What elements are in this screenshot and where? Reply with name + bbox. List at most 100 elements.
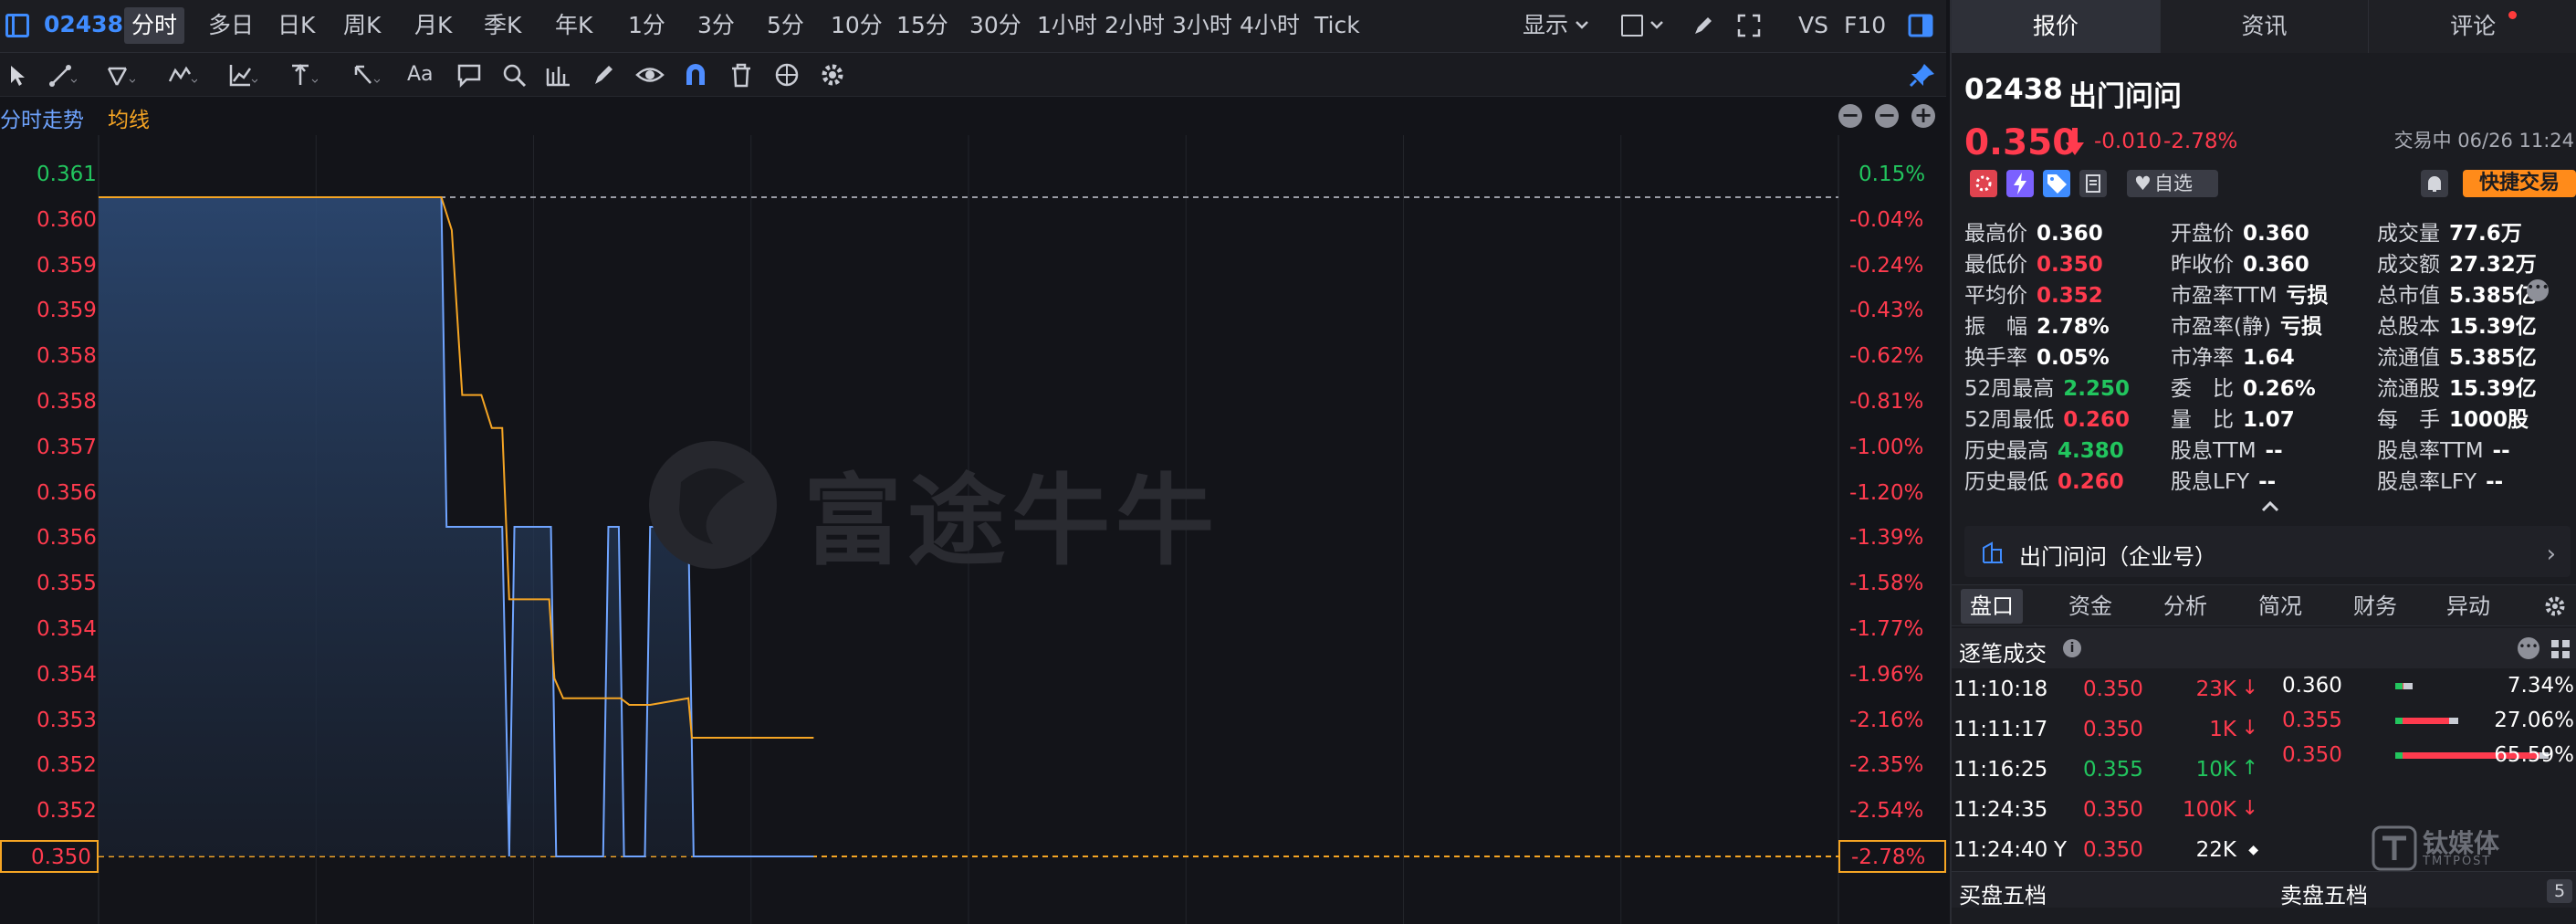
stat-item: 振 幅 2.78%: [1964, 309, 2110, 340]
dist-pct: 27.06%: [2494, 709, 2574, 732]
zoom-in-icon[interactable]: +: [1911, 104, 1935, 128]
percent-tick: -1.77%: [1849, 617, 1924, 641]
timeframe-tab[interactable]: 1小时: [1030, 7, 1105, 44]
avg-line-legend[interactable]: 均线: [108, 102, 150, 133]
measure-tool-icon[interactable]: [288, 61, 318, 89]
fullscreen-icon[interactable]: [1736, 13, 1762, 38]
stat-label: 平均价: [1964, 284, 2027, 308]
stat-item: 总股本 15.39亿: [2377, 309, 2537, 340]
stat-label: 股息LFY: [2171, 470, 2250, 494]
info-icon[interactable]: i: [2063, 639, 2081, 657]
tab-financials[interactable]: 财务: [2344, 589, 2406, 624]
channel-tool-icon[interactable]: [106, 61, 135, 89]
timeframe-tab[interactable]: 3分: [690, 7, 742, 44]
watermark-text: 富途牛牛: [803, 465, 1220, 579]
timeframe-tab[interactable]: 10分: [823, 7, 890, 44]
brush-icon[interactable]: [590, 61, 619, 89]
tab-capital[interactable]: 资金: [2059, 589, 2121, 624]
comment-tool-icon[interactable]: [455, 61, 484, 89]
timeframe-tab[interactable]: 分时: [124, 7, 185, 44]
tick-row: 11:24:40 Y 0.350 22K ◆: [1952, 831, 2262, 871]
indicator-tool-icon[interactable]: [544, 61, 573, 89]
tab-quote[interactable]: 报价: [1952, 0, 2161, 53]
corporate-account-row[interactable]: 出门问问（企业号） ›: [1964, 526, 2571, 577]
fib-tool-icon[interactable]: [228, 61, 257, 89]
chevron-down-icon[interactable]: [1574, 16, 1590, 33]
layout-toggle-icon[interactable]: [5, 14, 29, 37]
tick-price: 0.350: [2083, 798, 2143, 822]
chevron-down-icon[interactable]: [1649, 16, 1665, 33]
magnet-icon[interactable]: [681, 61, 710, 89]
stat-item: 每 手 1000股: [2377, 402, 2529, 433]
lightning-icon[interactable]: [2006, 170, 2034, 197]
tab-orderbook[interactable]: 盘口: [1961, 589, 2023, 624]
timeframe-tab[interactable]: 5分: [759, 7, 812, 44]
panel-toggle-icon[interactable]: [1908, 13, 1933, 38]
tab-analysis[interactable]: 分析: [2154, 589, 2216, 624]
timeframe-tab[interactable]: 15分: [889, 7, 956, 44]
document-icon[interactable]: [2079, 170, 2107, 197]
vs-button[interactable]: VS: [1798, 7, 1828, 44]
eye-icon[interactable]: [635, 61, 665, 89]
line-tool-icon[interactable]: [47, 61, 77, 89]
stat-item: 昨收价 0.360: [2171, 247, 2309, 278]
cursor-icon[interactable]: [4, 61, 33, 89]
f10-button[interactable]: F10: [1844, 7, 1886, 44]
more-icon[interactable]: •••: [2527, 279, 2550, 301]
timeframe-tab[interactable]: 1分: [621, 7, 673, 44]
timeframe-tab[interactable]: 3小时: [1165, 7, 1240, 44]
chevron-up-icon[interactable]: [2260, 500, 2280, 513]
pin-icon[interactable]: [1908, 61, 1937, 89]
tick-time: 11:24:35: [1953, 798, 2048, 822]
timeframe-tab[interactable]: 周K: [336, 7, 388, 44]
collapse-icon[interactable]: −: [1838, 104, 1862, 128]
more-icon[interactable]: •••: [2518, 637, 2539, 659]
wave-tool-icon[interactable]: [168, 61, 197, 89]
tick-volume: 23K: [2195, 677, 2236, 701]
text-tool-icon[interactable]: Aa: [407, 61, 436, 89]
checkbox-icon[interactable]: [1621, 15, 1643, 37]
sync-icon[interactable]: [772, 61, 801, 89]
stat-item: 历史最低 0.260: [1964, 464, 2124, 495]
timeframe-tab[interactable]: 4小时: [1232, 7, 1307, 44]
timeframe-tab[interactable]: 月K: [407, 7, 459, 44]
timeframe-tab[interactable]: Tick: [1307, 7, 1367, 44]
timeframe-tab[interactable]: 季K: [476, 7, 529, 44]
timeframe-tab[interactable]: 30分: [962, 7, 1029, 44]
bell-icon[interactable]: [2421, 170, 2448, 197]
gear-icon[interactable]: [818, 61, 847, 89]
intraday-legend[interactable]: 分时走势: [0, 102, 84, 133]
quick-trade-button[interactable]: 快捷交易: [2463, 170, 2576, 197]
timeframe-tab[interactable]: 年K: [548, 7, 600, 44]
add-watchlist-button[interactable]: ♥ 自选: [2127, 170, 2218, 197]
percent-tick: -0.43%: [1849, 299, 1924, 323]
gear-icon[interactable]: [2543, 594, 2567, 618]
tick-price: 0.355: [2083, 758, 2143, 782]
building-icon: [1983, 541, 2003, 563]
tab-comments[interactable]: 评论: [2369, 0, 2576, 53]
grid-icon[interactable]: [2550, 639, 2571, 659]
pen-icon[interactable]: [1691, 13, 1716, 38]
stat-item: 市净率 1.64: [2171, 340, 2295, 371]
stat-value: 0.05%: [2037, 346, 2110, 370]
search-icon[interactable]: [500, 61, 529, 89]
timeframe-tab[interactable]: 日K: [270, 7, 322, 44]
tick-time: 11:10:18: [1953, 677, 2048, 701]
arrow-tool-icon[interactable]: [351, 61, 380, 89]
intraday-chart[interactable]: 0.361 0.360 0.359 0.359 0.358 0.358 0.357 0.356…: [0, 135, 1946, 924]
price-tick: 0.358: [37, 344, 97, 369]
display-menu[interactable]: 显示: [1523, 7, 1568, 44]
tag-icon[interactable]: [2043, 170, 2070, 197]
trash-icon[interactable]: [727, 61, 756, 89]
timeframe-tab[interactable]: 2小时: [1097, 7, 1172, 44]
level-count-badge[interactable]: 5: [2547, 879, 2572, 903]
hk-flag-icon[interactable]: [1970, 170, 1997, 197]
tab-news[interactable]: 资讯: [2160, 0, 2370, 53]
tab-profile[interactable]: 简况: [2249, 589, 2311, 624]
price-tick: 0.356: [37, 526, 97, 551]
stat-label: 总市值: [2377, 284, 2440, 308]
symbol-label[interactable]: 02438: [44, 11, 123, 37]
zoom-out-icon[interactable]: −: [1875, 104, 1899, 128]
timeframe-tab[interactable]: 多日: [201, 7, 261, 44]
tab-movements[interactable]: 异动: [2437, 589, 2499, 624]
